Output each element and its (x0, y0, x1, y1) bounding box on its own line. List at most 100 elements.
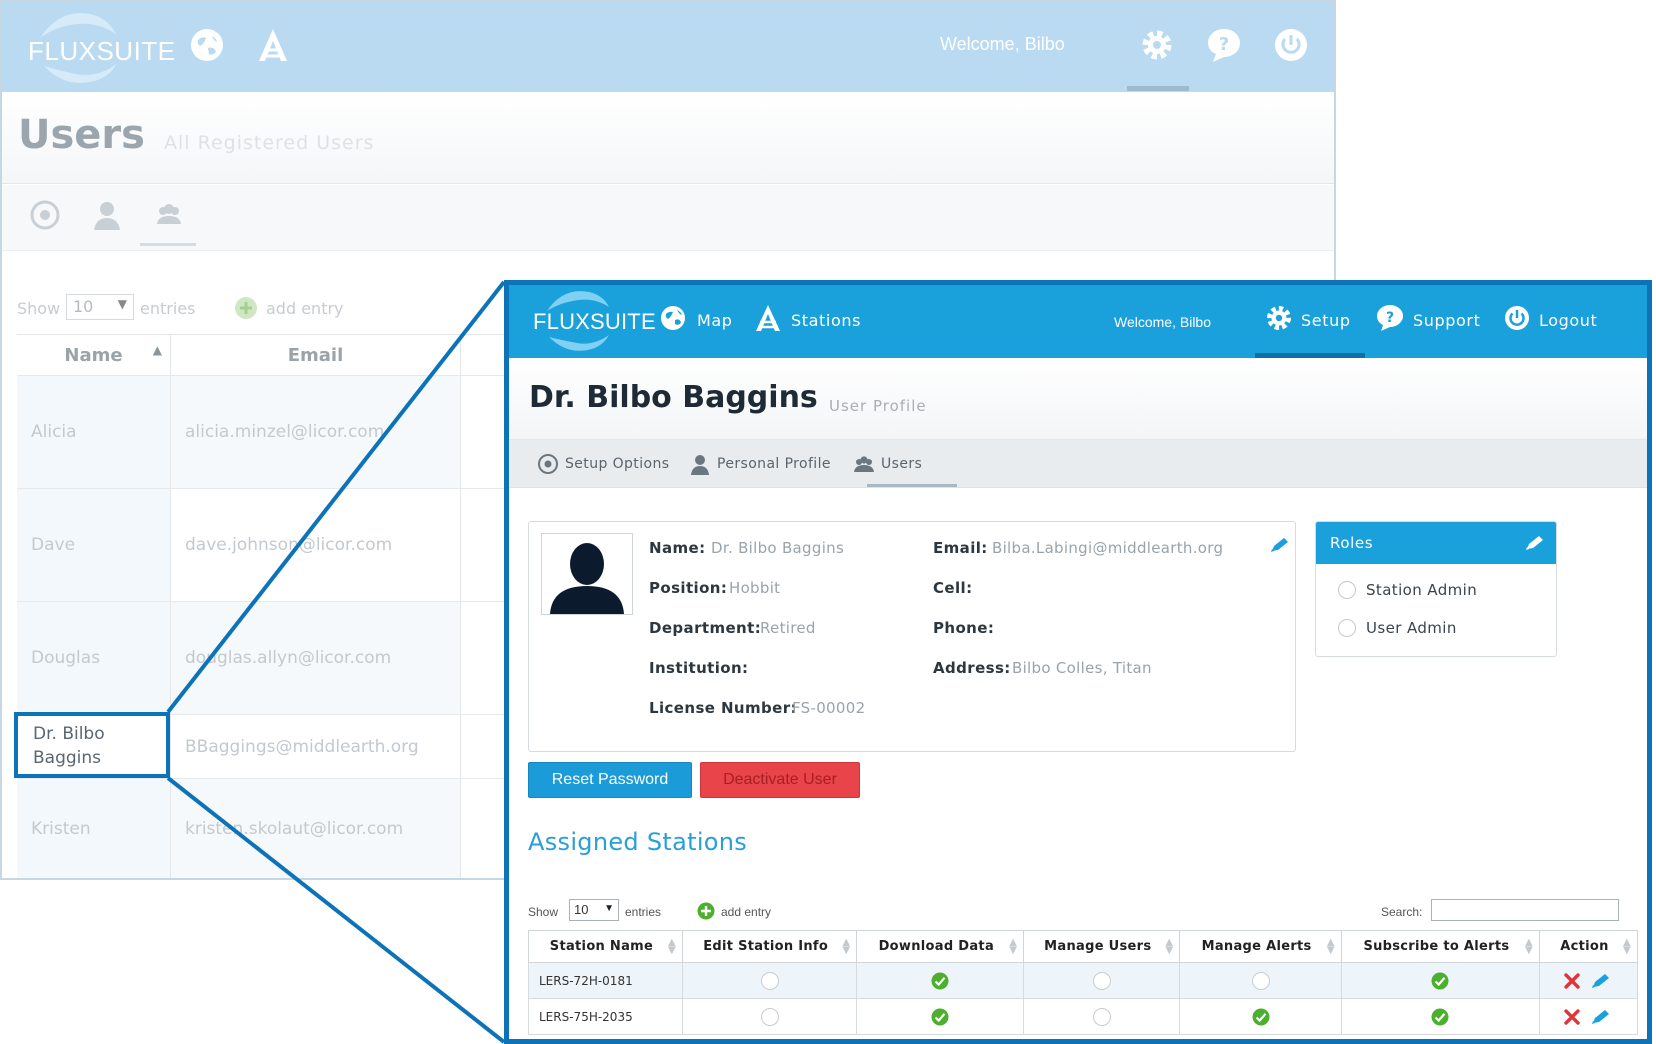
background-row-email: alicia.minzel@licor.com (171, 376, 461, 488)
unchecked-permission-radio[interactable] (1092, 1007, 1111, 1026)
background-row-email: kristen.skolaut@licor.com (171, 779, 461, 878)
column-action[interactable]: Action ▲ ▼ (1538, 930, 1639, 963)
position-value: Hobbit (729, 579, 781, 597)
position-label: Position: (649, 579, 728, 597)
sort-icon: ▲ ▼ (842, 937, 851, 956)
delete-x-icon[interactable] (1564, 972, 1581, 989)
checked-permission-icon[interactable] (931, 972, 949, 989)
role-user-admin-radio[interactable] (1338, 619, 1356, 637)
download-data-cell (856, 998, 1025, 1035)
address-label: Address: (933, 659, 1011, 677)
support-chat-icon: ? (1208, 29, 1240, 62)
power-icon (1275, 29, 1307, 61)
pencil-edit-icon[interactable] (1590, 1009, 1612, 1025)
tab-users[interactable]: Users (853, 453, 943, 477)
profile-card: Name: Dr. Bilbo Baggins Position: Hobbit… (528, 521, 1296, 752)
column-manage-users[interactable]: Manage Users ▲ ▼ (1023, 930, 1181, 963)
background-row-name: Douglas (17, 602, 171, 714)
checked-permission-icon[interactable] (931, 1008, 949, 1025)
users-group-icon (854, 456, 874, 472)
avatar (541, 533, 633, 615)
checked-permission-icon[interactable] (1431, 1008, 1449, 1025)
checked-permission-icon[interactable] (1252, 1008, 1270, 1025)
personal-profile-icon (691, 455, 709, 475)
role-station-admin-radio[interactable] (1338, 581, 1356, 599)
pencil-edit-icon[interactable] (1524, 534, 1546, 552)
setup-options-icon (30, 200, 60, 230)
nav-setup[interactable]: Setup (1265, 303, 1359, 337)
page-size-value: 10 (574, 902, 589, 917)
department-value: Retired (760, 619, 816, 637)
roles-header: Roles (1316, 522, 1556, 564)
nav-logout-label: Logout (1539, 311, 1598, 330)
background-welcome-text: Welcome, Bilbo (940, 34, 1065, 54)
sort-icon: ▲ ▼ (1009, 937, 1018, 956)
nav-support[interactable]: ? Support (1375, 303, 1485, 337)
chevron-down-icon: ▼ (117, 297, 127, 311)
navbar: FLUXSUITE Map Stations Welcome, Bilbo Se… (509, 285, 1647, 358)
deactivate-user-button[interactable]: Deactivate User (700, 762, 860, 798)
tab-setup-options-label: Setup Options (565, 456, 670, 472)
user-silhouette-icon (550, 543, 624, 614)
column-manage-alerts[interactable]: Manage Alerts ▲ ▼ (1179, 930, 1342, 963)
action-cell (1538, 962, 1639, 999)
checked-permission-icon[interactable] (1431, 972, 1449, 989)
nav-map-label: Map (697, 311, 733, 330)
search-label: Search: (1381, 905, 1423, 919)
svg-text:?: ? (1386, 310, 1394, 326)
nav-map[interactable]: Map (659, 303, 739, 337)
role-user-admin[interactable]: User Admin (1338, 618, 1538, 640)
nav-logout[interactable]: Logout (1503, 303, 1603, 337)
search-input[interactable] (1431, 899, 1619, 921)
add-entry-icon[interactable] (697, 902, 715, 920)
logo-text: FLUXSUITE (533, 309, 656, 334)
reset-password-button[interactable]: Reset Password (528, 762, 692, 798)
support-chat-icon: ? (1377, 305, 1403, 331)
pencil-edit-icon[interactable] (1269, 536, 1291, 554)
page-title: Dr. Bilbo Baggins (529, 380, 818, 415)
column-subscribe-to-alerts[interactable]: Subscribe to Alerts ▲ ▼ (1340, 930, 1540, 963)
roles-title: Roles (1330, 534, 1374, 552)
unchecked-permission-radio[interactable] (760, 971, 779, 990)
background-column-name-label: Name (64, 345, 123, 366)
column-label: Download Data (878, 939, 995, 954)
background-row-name: Dave (17, 489, 171, 601)
role-station-admin[interactable]: Station Admin (1338, 580, 1538, 602)
unchecked-permission-radio[interactable] (1092, 971, 1111, 990)
address-value: Bilbo Colles, Titan (1012, 659, 1152, 677)
add-entry-link[interactable]: add entry (721, 905, 771, 919)
column-label: Manage Alerts (1201, 939, 1312, 954)
background-column-name: Name ▲ (17, 335, 171, 375)
user-profile-window: FLUXSUITE Map Stations Welcome, Bilbo Se… (504, 280, 1652, 1044)
power-icon (1505, 306, 1529, 330)
column-station-name[interactable]: Station Name ▲ ▼ (528, 930, 683, 963)
column-download-data[interactable]: Download Data ▲ ▼ (856, 930, 1025, 963)
background-add-entry-label: add entry (266, 299, 344, 318)
tab-setup-options[interactable]: Setup Options (537, 453, 677, 477)
sort-asc-icon: ▲ (152, 343, 162, 357)
pencil-edit-icon[interactable] (1590, 973, 1612, 989)
background-page-size-select: 10 ▼ (66, 294, 134, 320)
logo[interactable]: FLUXSUITE (529, 287, 656, 355)
tab-personal-profile[interactable]: Personal Profile (689, 453, 849, 477)
table-row: LERS-75H-2035 (528, 998, 1639, 1035)
assigned-stations-table: Station Name ▲ ▼ Edit Station Info ▲ ▼ Downl… (528, 930, 1639, 1035)
page-size-select[interactable]: 10 ▼ (569, 899, 619, 921)
phone-label: Phone: (933, 619, 995, 637)
column-label: Manage Users (1044, 939, 1152, 954)
column-edit-station-info[interactable]: Edit Station Info ▲ ▼ (681, 930, 858, 963)
background-row-name: Alicia (17, 376, 171, 488)
nav-stations[interactable]: Stations (753, 303, 863, 337)
background-entries-label: entries (140, 299, 196, 318)
globe-icon (661, 306, 685, 330)
background-navbar: FLUXSUITE Welcome, Bilbo ? (2, 2, 1334, 92)
subscribe-alerts-cell (1340, 962, 1540, 999)
subscribe-alerts-cell (1340, 998, 1540, 1035)
delete-x-icon[interactable] (1564, 1008, 1581, 1025)
unchecked-permission-radio[interactable] (1251, 971, 1270, 990)
column-label: Action (1560, 939, 1609, 954)
background-logo: FLUXSUITE (20, 8, 175, 88)
manage-users-cell (1023, 962, 1181, 999)
station-name-cell: LERS-75H-2035 (528, 998, 683, 1035)
unchecked-permission-radio[interactable] (760, 1007, 779, 1026)
